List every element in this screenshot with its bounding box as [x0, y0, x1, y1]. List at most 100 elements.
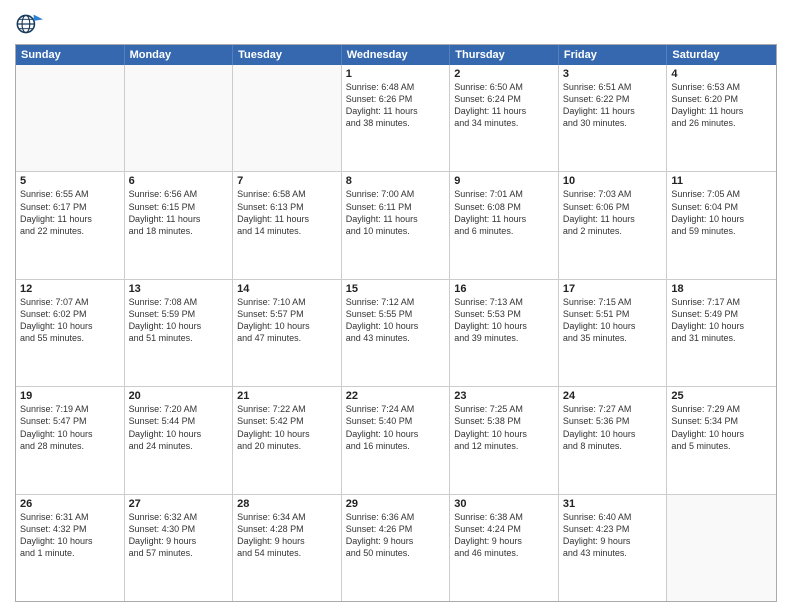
calendar-body: 1Sunrise: 6:48 AMSunset: 6:26 PMDaylight…	[16, 65, 776, 601]
calendar-cell-r2c4: 16Sunrise: 7:13 AMSunset: 5:53 PMDayligh…	[450, 280, 559, 386]
day-info: Sunrise: 7:19 AMSunset: 5:47 PMDaylight:…	[20, 403, 120, 452]
calendar-row-0: 1Sunrise: 6:48 AMSunset: 6:26 PMDaylight…	[16, 65, 776, 172]
day-number: 3	[563, 68, 663, 80]
day-number: 12	[20, 283, 120, 295]
day-number: 7	[237, 175, 337, 187]
day-info: Sunrise: 7:07 AMSunset: 6:02 PMDaylight:…	[20, 296, 120, 345]
day-info: Sunrise: 6:31 AMSunset: 4:32 PMDaylight:…	[20, 511, 120, 560]
calendar-cell-r4c3: 29Sunrise: 6:36 AMSunset: 4:26 PMDayligh…	[342, 495, 451, 601]
calendar-cell-r0c0	[16, 65, 125, 171]
day-number: 27	[129, 498, 229, 510]
day-info: Sunrise: 6:48 AMSunset: 6:26 PMDaylight:…	[346, 81, 446, 130]
day-info: Sunrise: 6:34 AMSunset: 4:28 PMDaylight:…	[237, 511, 337, 560]
day-info: Sunrise: 6:53 AMSunset: 6:20 PMDaylight:…	[671, 81, 772, 130]
day-number: 19	[20, 390, 120, 402]
calendar-cell-r0c3: 1Sunrise: 6:48 AMSunset: 6:26 PMDaylight…	[342, 65, 451, 171]
calendar-row-3: 19Sunrise: 7:19 AMSunset: 5:47 PMDayligh…	[16, 387, 776, 494]
calendar-cell-r1c4: 9Sunrise: 7:01 AMSunset: 6:08 PMDaylight…	[450, 172, 559, 278]
calendar-cell-r2c5: 17Sunrise: 7:15 AMSunset: 5:51 PMDayligh…	[559, 280, 668, 386]
calendar-cell-r1c1: 6Sunrise: 6:56 AMSunset: 6:15 PMDaylight…	[125, 172, 234, 278]
logo	[15, 10, 47, 38]
calendar-cell-r3c3: 22Sunrise: 7:24 AMSunset: 5:40 PMDayligh…	[342, 387, 451, 493]
day-info: Sunrise: 6:36 AMSunset: 4:26 PMDaylight:…	[346, 511, 446, 560]
calendar-cell-r3c1: 20Sunrise: 7:20 AMSunset: 5:44 PMDayligh…	[125, 387, 234, 493]
day-info: Sunrise: 7:24 AMSunset: 5:40 PMDaylight:…	[346, 403, 446, 452]
day-number: 29	[346, 498, 446, 510]
header-day-tuesday: Tuesday	[233, 45, 342, 65]
header-day-sunday: Sunday	[16, 45, 125, 65]
calendar-cell-r3c0: 19Sunrise: 7:19 AMSunset: 5:47 PMDayligh…	[16, 387, 125, 493]
logo-icon	[15, 10, 43, 38]
day-number: 17	[563, 283, 663, 295]
calendar-cell-r1c2: 7Sunrise: 6:58 AMSunset: 6:13 PMDaylight…	[233, 172, 342, 278]
day-number: 13	[129, 283, 229, 295]
day-number: 23	[454, 390, 554, 402]
calendar-cell-r1c6: 11Sunrise: 7:05 AMSunset: 6:04 PMDayligh…	[667, 172, 776, 278]
calendar-cell-r4c2: 28Sunrise: 6:34 AMSunset: 4:28 PMDayligh…	[233, 495, 342, 601]
day-info: Sunrise: 7:17 AMSunset: 5:49 PMDaylight:…	[671, 296, 772, 345]
calendar: SundayMondayTuesdayWednesdayThursdayFrid…	[15, 44, 777, 602]
day-number: 9	[454, 175, 554, 187]
header	[15, 10, 777, 38]
calendar-cell-r0c2	[233, 65, 342, 171]
calendar-cell-r1c5: 10Sunrise: 7:03 AMSunset: 6:06 PMDayligh…	[559, 172, 668, 278]
day-number: 28	[237, 498, 337, 510]
day-info: Sunrise: 7:20 AMSunset: 5:44 PMDaylight:…	[129, 403, 229, 452]
day-number: 4	[671, 68, 772, 80]
day-info: Sunrise: 7:12 AMSunset: 5:55 PMDaylight:…	[346, 296, 446, 345]
header-day-monday: Monday	[125, 45, 234, 65]
day-number: 21	[237, 390, 337, 402]
day-info: Sunrise: 7:29 AMSunset: 5:34 PMDaylight:…	[671, 403, 772, 452]
calendar-cell-r3c2: 21Sunrise: 7:22 AMSunset: 5:42 PMDayligh…	[233, 387, 342, 493]
day-number: 10	[563, 175, 663, 187]
day-number: 22	[346, 390, 446, 402]
day-info: Sunrise: 7:08 AMSunset: 5:59 PMDaylight:…	[129, 296, 229, 345]
day-info: Sunrise: 7:15 AMSunset: 5:51 PMDaylight:…	[563, 296, 663, 345]
calendar-cell-r2c3: 15Sunrise: 7:12 AMSunset: 5:55 PMDayligh…	[342, 280, 451, 386]
calendar-cell-r4c1: 27Sunrise: 6:32 AMSunset: 4:30 PMDayligh…	[125, 495, 234, 601]
day-info: Sunrise: 6:58 AMSunset: 6:13 PMDaylight:…	[237, 188, 337, 237]
calendar-row-2: 12Sunrise: 7:07 AMSunset: 6:02 PMDayligh…	[16, 280, 776, 387]
calendar-cell-r1c0: 5Sunrise: 6:55 AMSunset: 6:17 PMDaylight…	[16, 172, 125, 278]
page: SundayMondayTuesdayWednesdayThursdayFrid…	[0, 0, 792, 612]
day-number: 24	[563, 390, 663, 402]
calendar-cell-r2c1: 13Sunrise: 7:08 AMSunset: 5:59 PMDayligh…	[125, 280, 234, 386]
calendar-cell-r4c6	[667, 495, 776, 601]
day-number: 16	[454, 283, 554, 295]
day-number: 30	[454, 498, 554, 510]
day-info: Sunrise: 6:50 AMSunset: 6:24 PMDaylight:…	[454, 81, 554, 130]
calendar-cell-r4c4: 30Sunrise: 6:38 AMSunset: 4:24 PMDayligh…	[450, 495, 559, 601]
calendar-cell-r0c4: 2Sunrise: 6:50 AMSunset: 6:24 PMDaylight…	[450, 65, 559, 171]
day-info: Sunrise: 6:32 AMSunset: 4:30 PMDaylight:…	[129, 511, 229, 560]
day-info: Sunrise: 6:38 AMSunset: 4:24 PMDaylight:…	[454, 511, 554, 560]
day-number: 31	[563, 498, 663, 510]
header-day-wednesday: Wednesday	[342, 45, 451, 65]
day-number: 11	[671, 175, 772, 187]
calendar-row-1: 5Sunrise: 6:55 AMSunset: 6:17 PMDaylight…	[16, 172, 776, 279]
calendar-cell-r4c0: 26Sunrise: 6:31 AMSunset: 4:32 PMDayligh…	[16, 495, 125, 601]
calendar-cell-r0c5: 3Sunrise: 6:51 AMSunset: 6:22 PMDaylight…	[559, 65, 668, 171]
calendar-cell-r1c3: 8Sunrise: 7:00 AMSunset: 6:11 PMDaylight…	[342, 172, 451, 278]
day-info: Sunrise: 7:13 AMSunset: 5:53 PMDaylight:…	[454, 296, 554, 345]
day-number: 15	[346, 283, 446, 295]
day-number: 14	[237, 283, 337, 295]
calendar-row-4: 26Sunrise: 6:31 AMSunset: 4:32 PMDayligh…	[16, 495, 776, 601]
header-day-saturday: Saturday	[667, 45, 776, 65]
calendar-cell-r2c0: 12Sunrise: 7:07 AMSunset: 6:02 PMDayligh…	[16, 280, 125, 386]
day-info: Sunrise: 7:10 AMSunset: 5:57 PMDaylight:…	[237, 296, 337, 345]
calendar-cell-r0c1	[125, 65, 234, 171]
calendar-cell-r0c6: 4Sunrise: 6:53 AMSunset: 6:20 PMDaylight…	[667, 65, 776, 171]
header-day-friday: Friday	[559, 45, 668, 65]
day-info: Sunrise: 6:51 AMSunset: 6:22 PMDaylight:…	[563, 81, 663, 130]
day-info: Sunrise: 7:27 AMSunset: 5:36 PMDaylight:…	[563, 403, 663, 452]
calendar-cell-r2c6: 18Sunrise: 7:17 AMSunset: 5:49 PMDayligh…	[667, 280, 776, 386]
calendar-cell-r3c5: 24Sunrise: 7:27 AMSunset: 5:36 PMDayligh…	[559, 387, 668, 493]
day-info: Sunrise: 6:56 AMSunset: 6:15 PMDaylight:…	[129, 188, 229, 237]
day-info: Sunrise: 7:01 AMSunset: 6:08 PMDaylight:…	[454, 188, 554, 237]
day-number: 1	[346, 68, 446, 80]
day-number: 25	[671, 390, 772, 402]
day-info: Sunrise: 6:40 AMSunset: 4:23 PMDaylight:…	[563, 511, 663, 560]
calendar-cell-r4c5: 31Sunrise: 6:40 AMSunset: 4:23 PMDayligh…	[559, 495, 668, 601]
calendar-cell-r3c6: 25Sunrise: 7:29 AMSunset: 5:34 PMDayligh…	[667, 387, 776, 493]
calendar-cell-r3c4: 23Sunrise: 7:25 AMSunset: 5:38 PMDayligh…	[450, 387, 559, 493]
